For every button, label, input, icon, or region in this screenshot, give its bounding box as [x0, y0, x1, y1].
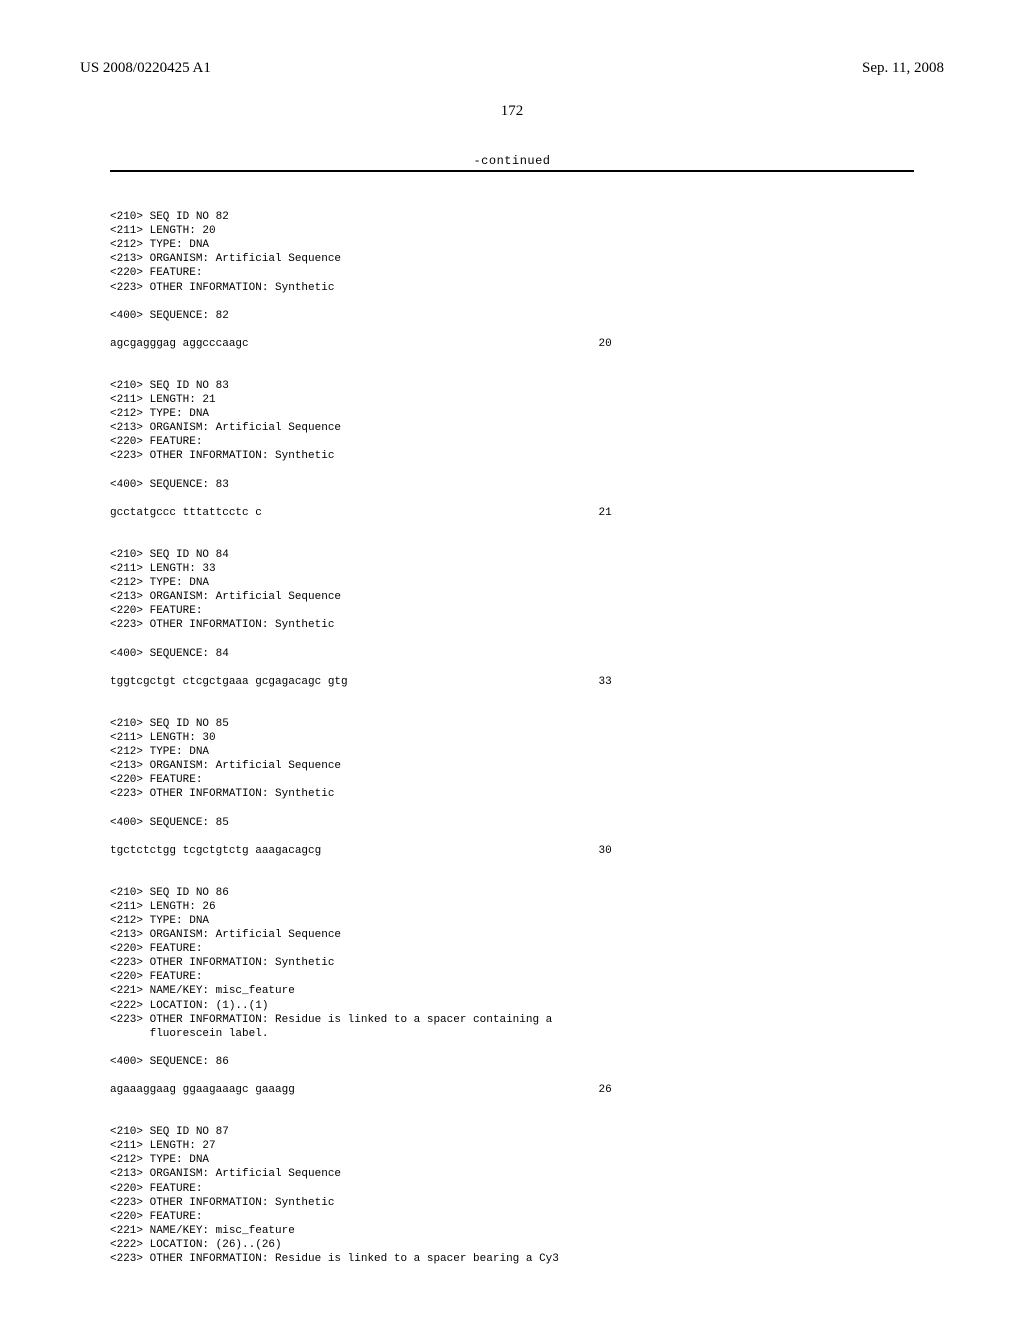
continued-label: -continued	[110, 154, 914, 168]
page: US 2008/0220425 A1 Sep. 11, 2008 172 -co…	[0, 0, 1024, 1320]
sequence-listing: <210> SEQ ID NO 82 <211> LENGTH: 20 <212…	[110, 182, 914, 1266]
continued-block: -continued	[110, 154, 914, 172]
page-number: 172	[80, 103, 944, 120]
page-header: US 2008/0220425 A1 Sep. 11, 2008	[80, 60, 944, 77]
rule-line	[110, 170, 914, 172]
publication-date: Sep. 11, 2008	[862, 60, 944, 77]
publication-number: US 2008/0220425 A1	[80, 60, 211, 77]
